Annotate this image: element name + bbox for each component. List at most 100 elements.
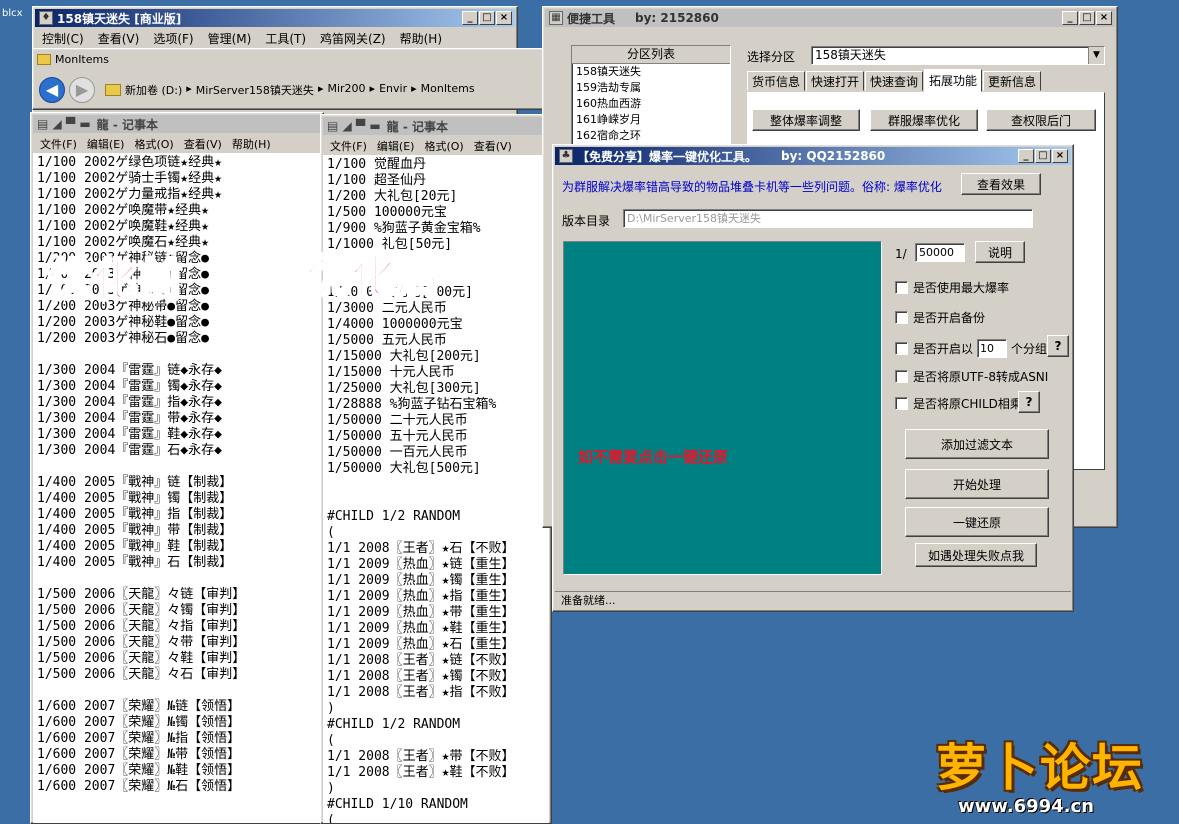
main-window-titlebar[interactable]: ♦ 158镇天迷失 [商业版] _ □ × — [35, 9, 515, 27]
group-help-button[interactable]: ? — [1047, 335, 1069, 357]
partition-list[interactable]: 分区列表 158镇天迷失 159浩劫专属 160热血西游 161峥嵘岁月 162宿命之环 — [571, 45, 731, 149]
notepad-icon: ▤ ◢ ▀ ▬ — [37, 117, 91, 131]
maximize-button[interactable]: □ — [1079, 11, 1095, 25]
menu-item[interactable]: 格式(O) — [134, 136, 173, 152]
menu-item[interactable]: 查看(V) — [184, 136, 222, 152]
text-line: 1/5000 五元人民币 — [327, 333, 447, 348]
text-line: 1/300 2004『雷霆』镯◆永存◆ — [37, 379, 222, 394]
partition-item[interactable]: 161峥嵘岁月 — [576, 112, 730, 128]
quick-tool-titlebar[interactable]: ▦ 便捷工具 by: 2152860 _ □ × — [545, 9, 1115, 27]
group-rate-button[interactable]: 群服爆率优化 — [870, 109, 978, 131]
chevron-down-icon[interactable]: ▼ — [1088, 47, 1104, 64]
close-button[interactable]: × — [496, 11, 512, 25]
tab-1[interactable]: 货币信息 — [747, 71, 805, 91]
partition-item[interactable]: 162宿命之环 — [576, 128, 730, 144]
chevron-right-icon: ▸ — [411, 82, 417, 95]
utf8-checkbox[interactable] — [895, 370, 908, 383]
menu-item[interactable]: 格式(O) — [424, 138, 463, 154]
maximize-button[interactable]: □ — [479, 11, 495, 25]
partition-item[interactable]: 158镇天迷失 — [576, 64, 730, 80]
optimizer-titlebar[interactable]: ♣ 【免费分享】爆率一键优化工具。 by: QQ2152860 _ □ × — [555, 147, 1071, 165]
text-line: 1/1 2009〖热血〗★鞋【重生】 — [327, 621, 515, 636]
text-line: 1/15000 大礼包[200元] — [327, 349, 481, 364]
tab-3[interactable]: 快速查询 — [865, 71, 923, 91]
partition-item[interactable]: 160热血西游 — [576, 96, 730, 112]
tab-4[interactable]: 拓展功能 — [924, 69, 982, 92]
menu-item[interactable]: 工具(T) — [265, 30, 306, 47]
path-segment[interactable]: 新加卷 (D:) — [125, 82, 182, 98]
menu-item[interactable]: 选项(F) — [153, 30, 193, 47]
backup-option[interactable]: 是否开启备份 — [895, 309, 985, 326]
menu-item[interactable]: 查看(V) — [474, 138, 512, 154]
text-line: 1/4000 1000000元宝 — [327, 317, 463, 332]
minimize-button[interactable]: _ — [1018, 149, 1034, 163]
app-icon: ♦ — [39, 11, 53, 25]
watermark-url: www.6994.cn — [958, 796, 1094, 817]
backup-checkbox[interactable] — [895, 311, 908, 324]
text-line: ) — [327, 781, 335, 796]
child-checkbox[interactable] — [895, 397, 908, 410]
path-segment[interactable]: Mir200 — [327, 82, 365, 98]
forward-arrow-icon[interactable]: ▶ — [69, 77, 95, 103]
maximize-button[interactable]: □ — [1035, 149, 1051, 163]
menu-item[interactable]: 文件(F) — [330, 138, 367, 154]
watermark-title: 萝卜论坛 — [936, 739, 1144, 797]
dir-input[interactable]: D:\MirServer158镇天迷失 — [623, 209, 1033, 228]
tab-2[interactable]: 快速打开 — [806, 71, 864, 91]
path-segment[interactable]: MirServer158镇天迷失 — [196, 82, 314, 98]
menu-item[interactable]: 鸡笛网关(Z) — [320, 30, 386, 47]
menu-item[interactable]: 帮助(H) — [400, 30, 442, 47]
menu-item[interactable]: 编辑(E) — [377, 138, 415, 154]
label-before: 优化前 — [47, 254, 183, 307]
text-line: 1/600 2007〖荣耀〗№石【领悟】 — [37, 779, 241, 794]
max-rate-label: 是否使用最大爆率 — [913, 281, 1010, 295]
partition-item[interactable]: 159浩劫专属 — [576, 80, 730, 96]
overall-rate-button[interactable]: 整体爆率调整 — [752, 109, 860, 131]
optimizer-author: by: QQ2152860 — [781, 149, 886, 163]
ratio-input[interactable]: 50000 — [915, 243, 965, 262]
address-path[interactable]: 新加卷 (D:) ▸ MirServer158镇天迷失 ▸ Mir200 ▸ Envir ▸ M… — [125, 82, 475, 98]
utf8-option[interactable]: 是否将原UTF-8转成ASNI — [895, 368, 1048, 385]
tab-5[interactable]: 更新信息 — [983, 71, 1041, 91]
close-button[interactable]: × — [1052, 149, 1068, 163]
partition-select[interactable]: 158镇天迷失 ▼ — [811, 46, 1105, 65]
minimize-button[interactable]: _ — [462, 11, 478, 25]
text-line: 1/25000 大礼包[300元] — [327, 381, 481, 396]
menu-item[interactable]: 管理(M) — [208, 30, 252, 47]
max-rate-checkbox[interactable] — [895, 281, 908, 294]
group-option[interactable]: 是否开启以 10 个分组 — [895, 339, 1047, 358]
watermark-logo: 萝卜论坛 www.6994.cn — [930, 728, 1170, 820]
start-button[interactable]: 开始处理 — [905, 469, 1049, 499]
path-segment[interactable]: MonItems — [421, 82, 475, 98]
partition-list-header: 分区列表 — [572, 46, 730, 64]
group-checkbox[interactable] — [895, 342, 908, 355]
minimize-button[interactable]: _ — [1062, 11, 1078, 25]
panel-message: 如不需要点击一键还原 — [578, 448, 729, 466]
text-line — [37, 347, 317, 363]
child-label: 是否将原CHILD相乘 — [913, 397, 1022, 411]
max-rate-option[interactable]: 是否使用最大爆率 — [895, 279, 1009, 296]
view-effect-button[interactable]: 查看效果 — [961, 173, 1041, 195]
child-option[interactable]: 是否将原CHILD相乘 — [895, 395, 1022, 412]
notepad-right-titlebar[interactable]: ▤ ◢ ▀ ▬ 龍 - 记事本 — [323, 117, 549, 135]
menu-item[interactable]: 控制(C) — [42, 30, 84, 47]
close-button[interactable]: × — [1096, 11, 1112, 25]
text-line: 1/1 2008〖王者〗★石【不败】 — [327, 541, 515, 556]
group-count-input[interactable]: 10 — [977, 339, 1008, 358]
dir-input-value: D:\MirServer158镇天迷失 — [627, 212, 762, 225]
child-help-button[interactable]: ? — [1018, 391, 1040, 413]
add-filter-button[interactable]: 添加过滤文本 — [905, 429, 1049, 459]
menu-item[interactable]: 编辑(E) — [87, 136, 125, 152]
path-segment[interactable]: Envir — [379, 82, 407, 98]
menu-item[interactable]: 帮助(H) — [232, 136, 271, 152]
backdoor-check-button[interactable]: 查权限后门 — [986, 109, 1096, 131]
notepad-left-titlebar[interactable]: ▤ ◢ ▀ ▬ 龍 - 记事本 — [33, 115, 321, 133]
restore-button[interactable]: 一键还原 — [905, 507, 1049, 537]
explain-button[interactable]: 说明 — [975, 241, 1025, 263]
fail-help-button[interactable]: 如遇处理失败点我 — [915, 543, 1037, 567]
text-line: 1/300 2004『雷霆』鞋◆永存◆ — [37, 427, 222, 442]
menu-item[interactable]: 文件(F) — [40, 136, 77, 152]
back-arrow-icon[interactable]: ◀ — [39, 77, 65, 103]
menu-item[interactable]: 查看(V) — [98, 30, 140, 47]
text-line — [37, 571, 317, 587]
